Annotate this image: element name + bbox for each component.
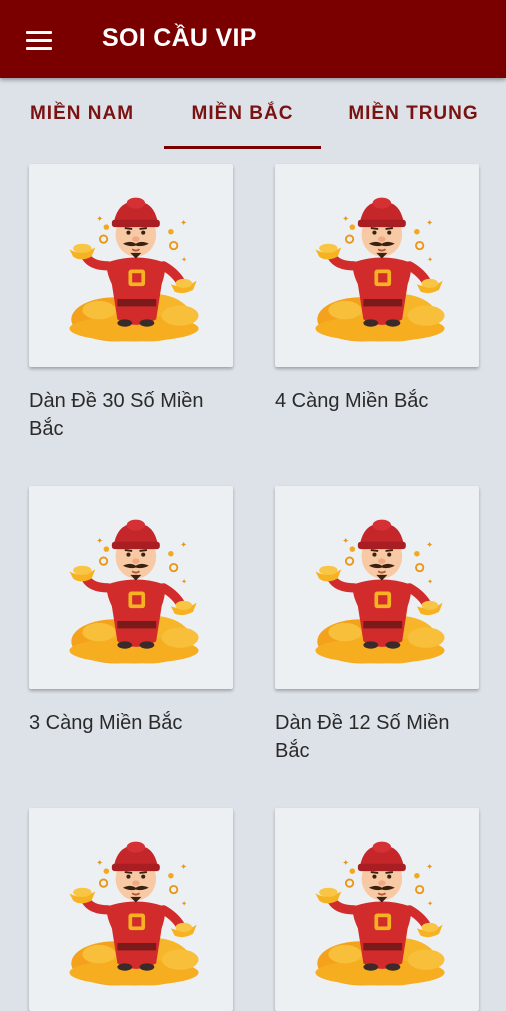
- selected-tab-indicator: [164, 146, 321, 149]
- prediction-grid: Dàn Đề 30 Số Miền Bắc 4 Càng Miền Bắc 3 …: [0, 150, 506, 1011]
- app-bar: SOI CẦU VIP: [0, 0, 506, 78]
- tab-mien-bac[interactable]: MIỀN BẮC: [164, 78, 321, 150]
- card-title[interactable]: Dàn Đề 30 Số Miền Bắc: [29, 387, 235, 443]
- app-title: SOI CẦU VIP: [102, 24, 257, 52]
- menu-button[interactable]: [16, 18, 62, 62]
- card-title[interactable]: Dàn Đề 12 Số Miền Bắc: [275, 709, 481, 765]
- god-of-wealth-illustration[interactable]: [275, 486, 479, 689]
- region-tabs: MIỀN NAM MIỀN BẮC MIỀN TRUNG: [0, 78, 506, 150]
- card-title[interactable]: 3 Càng Miền Bắc: [29, 709, 235, 737]
- card-title[interactable]: 4 Càng Miền Bắc: [275, 387, 481, 415]
- god-of-wealth-illustration[interactable]: [29, 164, 233, 367]
- god-of-wealth-illustration[interactable]: [29, 808, 233, 1011]
- god-of-wealth-illustration[interactable]: [275, 164, 479, 367]
- tab-mien-trung[interactable]: MIỀN TRUNG: [321, 78, 506, 150]
- tab-mien-nam[interactable]: MIỀN NAM: [0, 78, 164, 150]
- hamburger-menu-icon: [26, 30, 52, 50]
- god-of-wealth-illustration[interactable]: [29, 486, 233, 689]
- god-of-wealth-illustration[interactable]: [275, 808, 479, 1011]
